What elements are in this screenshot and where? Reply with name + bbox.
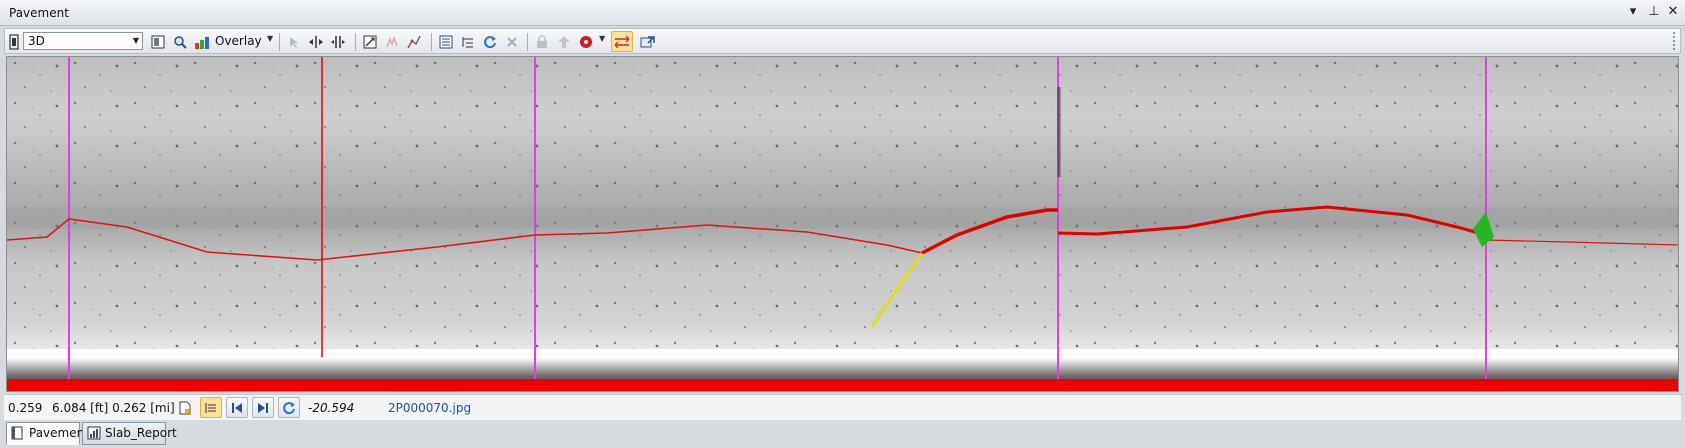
color-palette-icon[interactable]: [191, 31, 213, 52]
tab-label: Slab_Report: [105, 426, 177, 440]
film-icon[interactable]: [7, 31, 21, 52]
crack-draw-icon[interactable]: [381, 31, 403, 52]
list-icon[interactable]: [435, 31, 457, 52]
list-tree-icon[interactable]: [457, 31, 479, 52]
document-icon: [11, 426, 25, 440]
pavement-window: Pavement ▾ ⊥ ✕ 3D ▼ Overlay ▼ ▼ 0.259 6.…: [0, 0, 1685, 448]
polyline-icon[interactable]: [403, 31, 425, 52]
title-bar: Pavement ▾ ⊥ ✕: [0, 0, 1685, 26]
status-offset: -20.594: [308, 401, 355, 415]
toolbar-separator: [279, 33, 280, 51]
overlay-label[interactable]: Overlay: [215, 34, 262, 48]
status-distance: 6.084 [ft] 0.262 [mi]: [52, 401, 175, 415]
chainage-bar: [7, 379, 1678, 391]
window-title: Pavement: [9, 6, 69, 20]
last-frame-icon[interactable]: [252, 397, 274, 418]
refresh-icon[interactable]: [479, 31, 501, 52]
list-view-icon[interactable]: [200, 397, 222, 418]
image-filename-link[interactable]: 2P000070.jpg: [388, 401, 471, 415]
refresh-icon[interactable]: [278, 397, 300, 418]
view-mode-select[interactable]: 3D ▼: [23, 32, 143, 50]
overlay-dropdown-icon[interactable]: ▼: [267, 34, 273, 43]
record-dropdown-icon[interactable]: ▼: [599, 34, 605, 43]
fit-width-icon[interactable]: [305, 31, 327, 52]
toolbar-separator: [355, 33, 356, 51]
document-warning-icon[interactable]: [174, 397, 196, 418]
tab-pavement[interactable]: Pavement: [6, 422, 89, 445]
pavement-image-viewer[interactable]: [6, 56, 1679, 392]
toolbar-grip[interactable]: [1673, 32, 1681, 50]
report-chart-icon: [87, 426, 101, 440]
close-icon[interactable]: ✕: [1664, 3, 1682, 21]
pin-icon[interactable]: ⊥: [1645, 3, 1663, 21]
status-value: 0.259: [8, 401, 43, 415]
pointer-icon[interactable]: [283, 31, 305, 52]
toolbar: 3D ▼ Overlay ▼ ▼: [4, 28, 1681, 54]
delete-icon[interactable]: [501, 31, 523, 52]
status-bar: 0.259 6.084 [ft] 0.262 [mi] -20.594 2P00…: [4, 394, 1681, 420]
first-frame-icon[interactable]: [226, 397, 248, 418]
toolbar-separator: [527, 33, 528, 51]
record-icon[interactable]: [575, 31, 597, 52]
lock-icon[interactable]: [531, 31, 553, 52]
export-icon[interactable]: [637, 31, 659, 52]
swap-icon[interactable]: [611, 31, 633, 52]
chevron-down-icon: ▼: [132, 36, 139, 45]
split-icon[interactable]: [327, 31, 349, 52]
zoom-icon[interactable]: [169, 31, 191, 52]
zoom-extents-icon[interactable]: [359, 31, 381, 52]
tab-label: Pavement: [29, 426, 89, 440]
page-view-icon[interactable]: [147, 31, 169, 52]
upload-icon[interactable]: [553, 31, 575, 52]
window-menu-icon[interactable]: ▾: [1624, 3, 1642, 21]
pavement-surface: [7, 57, 1678, 391]
view-mode-value: 3D: [28, 34, 45, 48]
tab-slab-report[interactable]: Slab_Report: [82, 422, 177, 445]
toolbar-separator: [431, 33, 432, 51]
